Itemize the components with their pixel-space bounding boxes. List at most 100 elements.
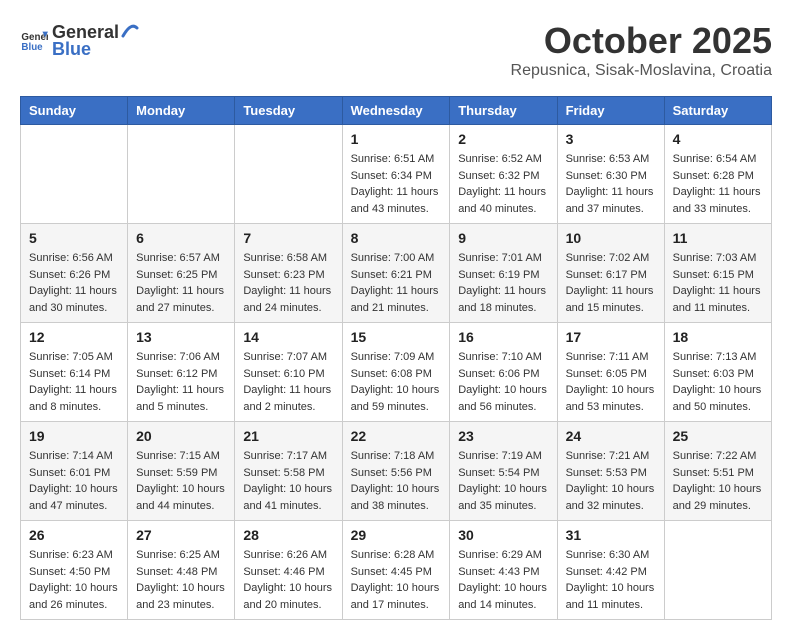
day-number: 27	[136, 527, 226, 543]
table-cell: 20Sunrise: 7:15 AMSunset: 5:59 PMDayligh…	[128, 422, 235, 521]
table-cell	[128, 125, 235, 224]
logo-swoosh-icon	[121, 20, 139, 38]
table-cell: 1Sunrise: 6:51 AMSunset: 6:34 PMDaylight…	[342, 125, 450, 224]
day-number: 22	[351, 428, 442, 444]
day-info: Sunrise: 6:57 AMSunset: 6:25 PMDaylight:…	[136, 250, 226, 316]
day-number: 3	[566, 131, 656, 147]
day-info: Sunrise: 7:06 AMSunset: 6:12 PMDaylight:…	[136, 349, 226, 415]
table-cell: 28Sunrise: 6:26 AMSunset: 4:46 PMDayligh…	[235, 521, 342, 620]
day-info: Sunrise: 7:19 AMSunset: 5:54 PMDaylight:…	[458, 448, 548, 514]
table-cell: 6 Sunrise: 6:57 AMSunset: 6:25 PMDaylight…	[128, 224, 235, 323]
day-info: Sunrise: 6:25 AMSunset: 4:48 PMDaylight:…	[136, 547, 226, 613]
day-number: 10	[566, 230, 656, 246]
day-info: Sunrise: 7:21 AMSunset: 5:53 PMDaylight:…	[566, 448, 656, 514]
day-number: 26	[29, 527, 119, 543]
day-number: 16	[458, 329, 548, 345]
day-info: Sunrise: 7:14 AMSunset: 6:01 PMDaylight:…	[29, 448, 119, 514]
day-info: Sunrise: 6:53 AMSunset: 6:30 PMDaylight:…	[566, 151, 656, 217]
table-cell: 21Sunrise: 7:17 AMSunset: 5:58 PMDayligh…	[235, 422, 342, 521]
col-saturday: Saturday	[664, 97, 771, 125]
table-cell: 10Sunrise: 7:02 AMSunset: 6:17 PMDayligh…	[557, 224, 664, 323]
table-cell: 4 Sunrise: 6:54 AMSunset: 6:28 PMDaylight…	[664, 125, 771, 224]
day-number: 31	[566, 527, 656, 543]
col-tuesday: Tuesday	[235, 97, 342, 125]
day-number: 14	[243, 329, 333, 345]
col-monday: Monday	[128, 97, 235, 125]
day-info: Sunrise: 6:56 AMSunset: 6:26 PMDaylight:…	[29, 250, 119, 316]
day-info: Sunrise: 6:30 AMSunset: 4:42 PMDaylight:…	[566, 547, 656, 613]
day-number: 23	[458, 428, 548, 444]
calendar-week-row-3: 12 Sunrise: 7:05 AMSunset: 6:14 PMDayligh…	[21, 323, 772, 422]
table-cell: 17 Sunrise: 7:11 AMSunset: 6:05 PMDayligh…	[557, 323, 664, 422]
day-number: 17	[566, 329, 656, 345]
calendar-week-row-1: 1Sunrise: 6:51 AMSunset: 6:34 PMDaylight…	[21, 125, 772, 224]
table-cell: 22 Sunrise: 7:18 AMSunset: 5:56 PMDayligh…	[342, 422, 450, 521]
day-info: Sunrise: 7:00 AMSunset: 6:21 PMDaylight:…	[351, 250, 442, 316]
table-cell: 3 Sunrise: 6:53 AMSunset: 6:30 PMDaylight…	[557, 125, 664, 224]
calendar-header-row: Sunday Monday Tuesday Wednesday Thursday…	[21, 97, 772, 125]
day-info: Sunrise: 6:29 AMSunset: 4:43 PMDaylight:…	[458, 547, 548, 613]
day-info: Sunrise: 6:23 AMSunset: 4:50 PMDaylight:…	[29, 547, 119, 613]
day-info: Sunrise: 7:11 AMSunset: 6:05 PMDaylight:…	[566, 349, 656, 415]
day-info: Sunrise: 7:01 AMSunset: 6:19 PMDaylight:…	[458, 250, 548, 316]
logo: General Blue General Blue	[20, 20, 141, 60]
day-number: 18	[673, 329, 763, 345]
day-number: 8	[351, 230, 442, 246]
table-cell: 13 Sunrise: 7:06 AMSunset: 6:12 PMDayligh…	[128, 323, 235, 422]
day-info: Sunrise: 7:10 AMSunset: 6:06 PMDaylight:…	[458, 349, 548, 415]
col-sunday: Sunday	[21, 97, 128, 125]
day-info: Sunrise: 7:03 AMSunset: 6:15 PMDaylight:…	[673, 250, 763, 316]
day-info: Sunrise: 6:26 AMSunset: 4:46 PMDaylight:…	[243, 547, 333, 613]
day-info: Sunrise: 7:09 AMSunset: 6:08 PMDaylight:…	[351, 349, 442, 415]
day-number: 9	[458, 230, 548, 246]
table-cell	[235, 125, 342, 224]
table-cell	[664, 521, 771, 620]
table-cell: 24 Sunrise: 7:21 AMSunset: 5:53 PMDayligh…	[557, 422, 664, 521]
day-number: 2	[458, 131, 548, 147]
table-cell: 31 Sunrise: 6:30 AMSunset: 4:42 PMDayligh…	[557, 521, 664, 620]
day-number: 24	[566, 428, 656, 444]
table-cell: 29Sunrise: 6:28 AMSunset: 4:45 PMDayligh…	[342, 521, 450, 620]
table-cell: 7Sunrise: 6:58 AMSunset: 6:23 PMDaylight…	[235, 224, 342, 323]
day-number: 5	[29, 230, 119, 246]
table-cell: 14Sunrise: 7:07 AMSunset: 6:10 PMDayligh…	[235, 323, 342, 422]
table-cell: 15Sunrise: 7:09 AMSunset: 6:08 PMDayligh…	[342, 323, 450, 422]
day-number: 11	[673, 230, 763, 246]
day-info: Sunrise: 7:22 AMSunset: 5:51 PMDaylight:…	[673, 448, 763, 514]
table-cell: 25 Sunrise: 7:22 AMSunset: 5:51 PMDayligh…	[664, 422, 771, 521]
svg-text:Blue: Blue	[21, 42, 43, 53]
table-cell	[21, 125, 128, 224]
table-cell: 26 Sunrise: 6:23 AMSunset: 4:50 PMDayligh…	[21, 521, 128, 620]
day-number: 4	[673, 131, 763, 147]
calendar-table: Sunday Monday Tuesday Wednesday Thursday…	[20, 96, 772, 620]
day-number: 6	[136, 230, 226, 246]
day-number: 30	[458, 527, 548, 543]
day-info: Sunrise: 6:52 AMSunset: 6:32 PMDaylight:…	[458, 151, 548, 217]
day-number: 12	[29, 329, 119, 345]
title-block: October 2025 Repusnica, Sisak-Moslavina,…	[511, 20, 772, 80]
col-thursday: Thursday	[450, 97, 557, 125]
day-number: 13	[136, 329, 226, 345]
table-cell: 19Sunrise: 7:14 AMSunset: 6:01 PMDayligh…	[21, 422, 128, 521]
table-cell: 23 Sunrise: 7:19 AMSunset: 5:54 PMDayligh…	[450, 422, 557, 521]
table-cell: 5 Sunrise: 6:56 AMSunset: 6:26 PMDaylight…	[21, 224, 128, 323]
table-cell: 16 Sunrise: 7:10 AMSunset: 6:06 PMDayligh…	[450, 323, 557, 422]
day-info: Sunrise: 7:18 AMSunset: 5:56 PMDaylight:…	[351, 448, 442, 514]
col-wednesday: Wednesday	[342, 97, 450, 125]
calendar-week-row-5: 26 Sunrise: 6:23 AMSunset: 4:50 PMDayligh…	[21, 521, 772, 620]
location-subtitle: Repusnica, Sisak-Moslavina, Croatia	[511, 62, 772, 80]
table-cell: 11 Sunrise: 7:03 AMSunset: 6:15 PMDayligh…	[664, 224, 771, 323]
table-cell: 30 Sunrise: 6:29 AMSunset: 4:43 PMDayligh…	[450, 521, 557, 620]
table-cell: 2 Sunrise: 6:52 AMSunset: 6:32 PMDaylight…	[450, 125, 557, 224]
day-number: 25	[673, 428, 763, 444]
day-info: Sunrise: 6:28 AMSunset: 4:45 PMDaylight:…	[351, 547, 442, 613]
calendar-week-row-4: 19Sunrise: 7:14 AMSunset: 6:01 PMDayligh…	[21, 422, 772, 521]
table-cell: 9 Sunrise: 7:01 AMSunset: 6:19 PMDaylight…	[450, 224, 557, 323]
calendar-week-row-2: 5 Sunrise: 6:56 AMSunset: 6:26 PMDaylight…	[21, 224, 772, 323]
day-number: 20	[136, 428, 226, 444]
day-info: Sunrise: 7:05 AMSunset: 6:14 PMDaylight:…	[29, 349, 119, 415]
day-number: 21	[243, 428, 333, 444]
table-cell: 8 Sunrise: 7:00 AMSunset: 6:21 PMDaylight…	[342, 224, 450, 323]
day-info: Sunrise: 6:54 AMSunset: 6:28 PMDaylight:…	[673, 151, 763, 217]
day-number: 7	[243, 230, 333, 246]
